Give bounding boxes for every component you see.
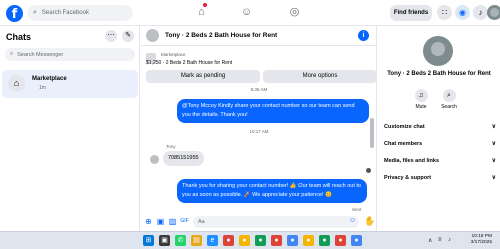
chrome-icon[interactable]: ● — [351, 235, 362, 246]
friends-icon[interactable]: ☺ — [240, 6, 253, 19]
sender-avatar[interactable] — [150, 155, 159, 164]
search-icon: ⌕ — [442, 89, 456, 102]
chats-sidebar: Chats ⋯ ✎ ⌕ Search Messenger ⌂ Marketpla… — [0, 26, 140, 231]
new-message-icon[interactable]: ✎ — [122, 30, 134, 42]
gif-icon[interactable]: GIF — [180, 217, 189, 226]
facebook-search-input[interactable]: ⌕ Search Facebook — [27, 5, 133, 21]
search-icon: ⌕ — [10, 51, 14, 57]
windows-taskbar: ⊞ ▣ ✆ ▤ e ● ● ● ● ● ● ● ● ● ∧ ≡ ♪ 10:18 … — [0, 231, 500, 249]
chat-header: Tony · 2 Beds 2 Bath House for Rent i — [141, 26, 377, 46]
timestamp: 5:35 AM — [250, 87, 268, 92]
mute-label: Mute — [415, 104, 427, 110]
row-label: Privacy & support — [384, 175, 432, 181]
row-label: Chat members — [384, 141, 423, 147]
seen-indicator — [366, 168, 371, 173]
timestamp: 10:17 AM — [249, 129, 269, 134]
search-icon: ⌕ — [33, 9, 37, 16]
marketplace-store-icon: ⌂ — [8, 75, 25, 92]
sender-name: Tony — [166, 144, 176, 149]
mark-as-pending-button[interactable]: Mark as pending — [146, 70, 260, 83]
search-placeholder: Search Facebook — [41, 10, 89, 16]
search-label: Search — [441, 104, 457, 110]
top-navigation-bar: f ⌕ Search Facebook ⌂ ☺ ◎ Find friends ∷… — [0, 0, 500, 26]
task-view-icon[interactable]: ▣ — [159, 235, 170, 246]
whatsapp-icon[interactable]: ✆ — [175, 235, 186, 246]
chrome-icon[interactable]: ● — [303, 235, 314, 246]
file-explorer-icon[interactable]: ▤ — [191, 235, 202, 246]
home-icon[interactable]: ⌂ — [195, 6, 208, 19]
like-icon[interactable]: ✋ — [364, 216, 375, 227]
chat-members-row[interactable]: Chat members ∨ — [384, 138, 496, 150]
groups-icon[interactable]: ◎ — [288, 6, 301, 19]
bell-icon[interactable]: ♪ — [473, 5, 488, 20]
customize-chat-row[interactable]: Customize chat ∨ — [384, 121, 496, 133]
chevron-down-icon: ∨ — [491, 124, 496, 130]
marketplace-listing-card: Marketplace $1,250 · 2 Beds 2 Bath House… — [141, 47, 377, 87]
chrome-icon[interactable]: ● — [271, 235, 282, 246]
chrome-icon[interactable]: ● — [255, 235, 266, 246]
sent-label: Sent — [352, 207, 362, 212]
chrome-icon[interactable]: ● — [239, 235, 250, 246]
sticker-icon[interactable]: ▨ — [168, 217, 177, 226]
incoming-message[interactable]: 7085151955 — [163, 151, 204, 166]
mute-icon: ♫ — [414, 89, 428, 102]
row-label: Customize chat — [384, 124, 425, 130]
chat-scrollbar[interactable] — [370, 118, 374, 148]
conversation-time: 1m — [39, 85, 46, 91]
system-clock[interactable]: 10:18 PM 3/17/2025 — [460, 234, 492, 246]
edge-icon[interactable]: e — [207, 235, 218, 246]
chevron-down-icon: ∨ — [491, 158, 496, 164]
chat-window: Tony · 2 Beds 2 Bath House for Rent i Ma… — [141, 26, 377, 231]
message-input[interactable]: Aa — [193, 216, 359, 228]
chrome-icon[interactable]: ● — [223, 235, 234, 246]
outgoing-message[interactable]: @Tony Mccoy Kindly share your contact nu… — [177, 99, 369, 123]
more-options-icon[interactable]: ⋯ — [105, 30, 117, 42]
chat-title[interactable]: Tony · 2 Beds 2 Bath House for Rent — [165, 32, 277, 39]
volume-icon[interactable]: ♪ — [448, 237, 451, 243]
listing-detail[interactable]: $1,250 · 2 Beds 2 Bath House for Rent — [146, 60, 232, 66]
profile-avatar[interactable] — [487, 5, 500, 20]
outgoing-message[interactable]: Thank you for sharing your contact numbe… — [177, 179, 367, 203]
chevron-down-icon: ∨ — [491, 141, 496, 147]
chevron-up-icon[interactable]: ∧ — [428, 237, 432, 244]
conversation-name: Marketplace — [32, 76, 67, 82]
mute-button[interactable]: ♫ Mute — [406, 89, 436, 110]
chevron-down-icon: ∨ — [491, 175, 496, 181]
message-composer: ⊕ ▣ ▨ GIF Aa ☺ ✋ — [141, 214, 377, 231]
listing-avatar[interactable] — [146, 29, 159, 42]
windows-icon[interactable]: ⊞ — [143, 235, 154, 246]
info-icon[interactable]: i — [358, 30, 369, 41]
clock-date: 3/17/2025 — [470, 240, 492, 245]
facebook-logo[interactable]: f — [6, 5, 23, 22]
messenger-icon[interactable]: ◉ — [455, 5, 470, 20]
conversation-item-marketplace[interactable]: ⌂ Marketplace 1m — [2, 70, 138, 98]
chrome-icon[interactable]: ● — [335, 235, 346, 246]
emoji-icon[interactable]: ☺ — [349, 217, 356, 224]
details-title: Tony · 2 Beds 2 Bath House for Rent — [387, 71, 491, 77]
plus-icon[interactable]: ⊕ — [144, 217, 153, 226]
chats-title: Chats — [6, 32, 32, 42]
listing-label: Marketplace — [161, 52, 186, 57]
privacy-support-row[interactable]: Privacy & support ∨ — [384, 172, 496, 184]
find-friends-button[interactable]: Find friends — [390, 5, 432, 21]
search-conversation-button[interactable]: ⌕ Search — [434, 89, 464, 110]
chrome-icon[interactable]: ● — [319, 235, 330, 246]
messenger-search-input[interactable]: ⌕ Search Messenger — [5, 48, 135, 61]
wifi-icon[interactable]: ≡ — [438, 237, 442, 243]
notification-dot — [203, 3, 207, 7]
listing-profile-avatar[interactable] — [423, 36, 453, 66]
image-icon[interactable]: ▣ — [156, 217, 165, 226]
messenger-search-placeholder: Search Messenger — [17, 51, 64, 58]
menu-grid-icon[interactable]: ∷ — [437, 5, 452, 20]
chat-details-panel: Tony · 2 Beds 2 Bath House for Rent ♫ Mu… — [378, 26, 500, 231]
row-label: Media, files and links — [384, 158, 440, 164]
chrome-icon[interactable]: ● — [287, 235, 298, 246]
more-options-button[interactable]: More options — [263, 70, 377, 83]
media-files-links-row[interactable]: Media, files and links ∨ — [384, 155, 496, 167]
message-thread[interactable]: 5:35 AM @Tony Mccoy Kindly share your co… — [141, 87, 377, 217]
